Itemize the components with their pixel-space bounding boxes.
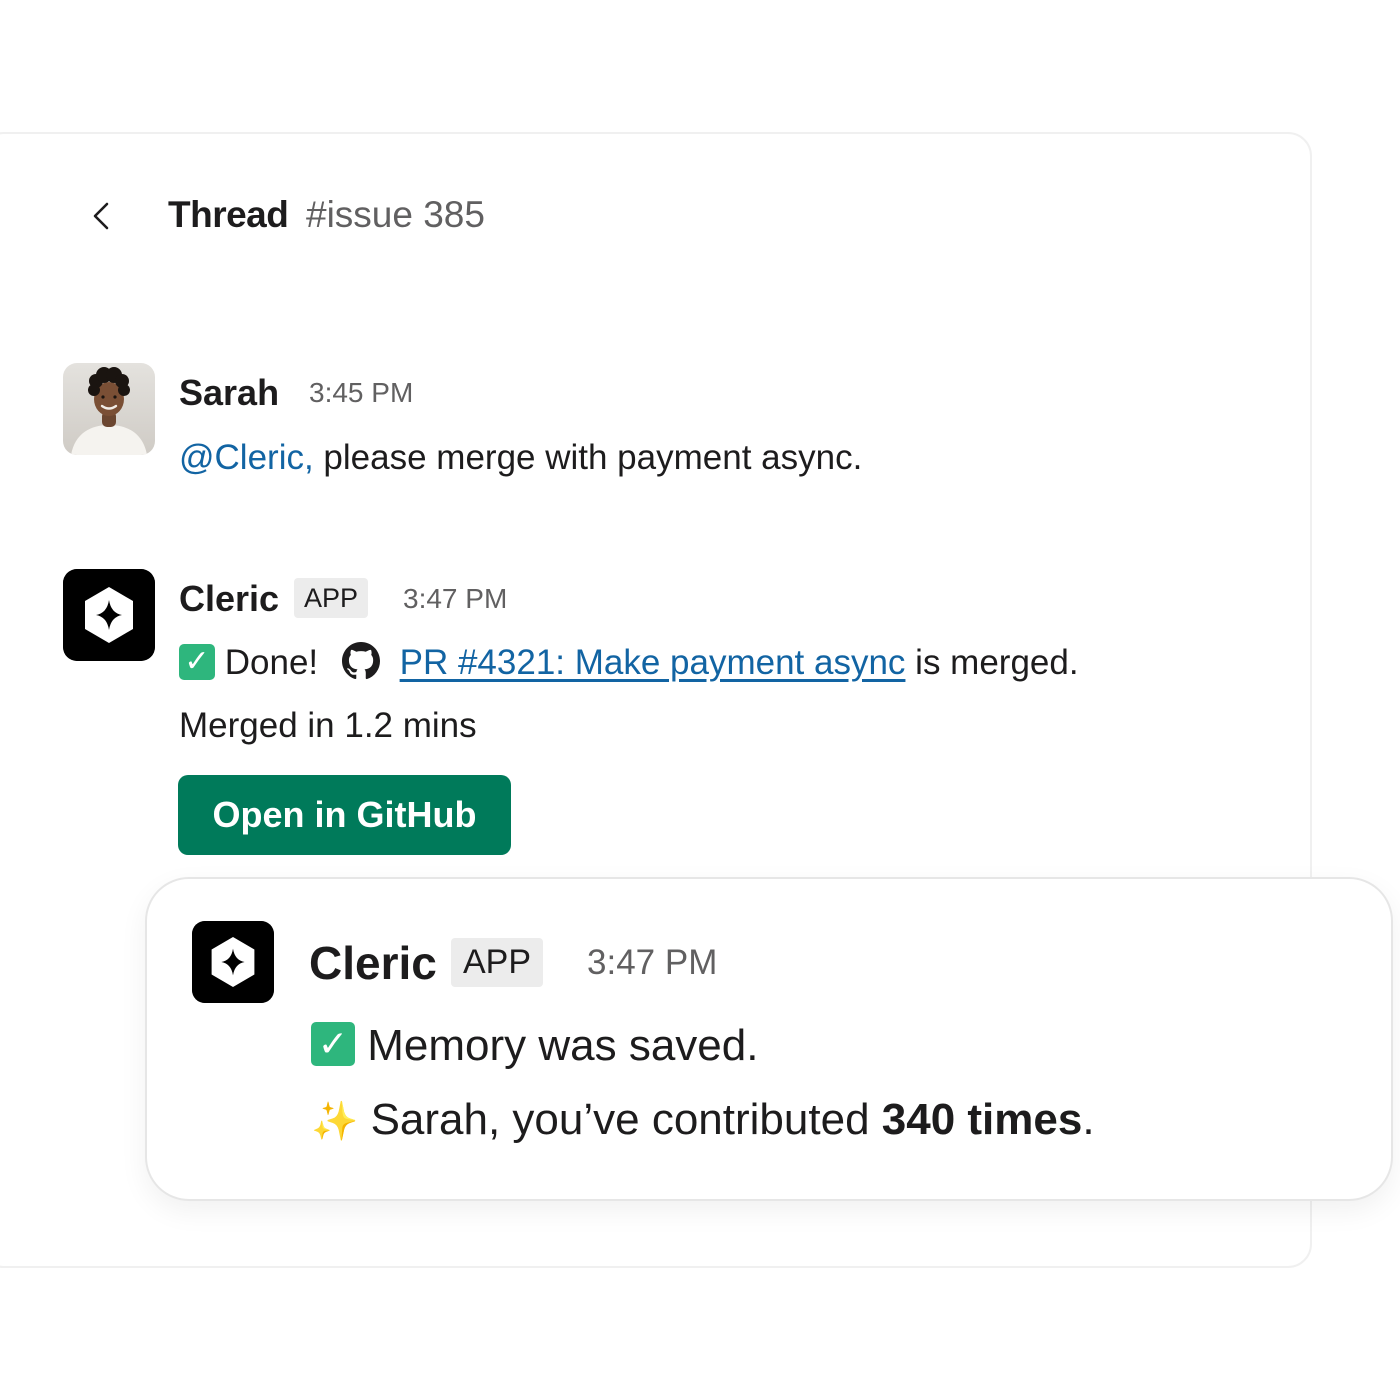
- pr-link[interactable]: PR #4321: Make payment async: [400, 643, 906, 682]
- message-body: please merge with payment async.: [313, 438, 863, 477]
- cleric-logo-icon: [63, 569, 155, 661]
- app-badge: APP: [294, 578, 368, 618]
- github-icon: [341, 641, 380, 679]
- cleric-avatar[interactable]: [63, 569, 155, 661]
- message-timestamp[interactable]: 3:47 PM: [403, 583, 507, 615]
- merge-status-line: ✓ Done! PR #4321: Make payment async is …: [179, 641, 1079, 683]
- avatar-sarah[interactable]: [63, 363, 155, 455]
- open-in-github-button[interactable]: Open in GitHub: [178, 775, 511, 855]
- merge-detail: Merged in 1.2 mins: [179, 706, 477, 745]
- contribution-line: ✨ Sarah, you’ve contributed 340 times.: [311, 1095, 1095, 1145]
- message-timestamp[interactable]: 3:47 PM: [587, 943, 717, 983]
- sender-name[interactable]: Cleric: [179, 578, 279, 620]
- cleric-avatar[interactable]: [192, 921, 274, 1003]
- contribution-prefix: Sarah, you’ve contributed: [370, 1095, 882, 1144]
- cleric-logo-icon: [192, 921, 274, 1003]
- channel-name[interactable]: #issue 385: [306, 194, 485, 236]
- chevron-left-icon: [93, 202, 109, 230]
- message-timestamp[interactable]: 3:45 PM: [309, 377, 413, 409]
- message-text: @Cleric, please merge with payment async…: [179, 438, 862, 478]
- contribution-count: 340 times: [881, 1095, 1083, 1144]
- check-icon: ✓: [179, 643, 215, 680]
- sparkles-icon: ✨: [311, 1101, 359, 1143]
- mention-link[interactable]: @Cleric,: [179, 438, 314, 477]
- merged-suffix: is merged.: [905, 643, 1079, 682]
- sender-name[interactable]: Cleric: [309, 936, 437, 990]
- check-icon: ✓: [311, 1022, 355, 1067]
- contribution-suffix: .: [1082, 1095, 1095, 1144]
- app-badge: APP: [451, 938, 543, 987]
- memory-saved-line: ✓ Memory was saved.: [311, 1021, 758, 1071]
- done-text: Done!: [224, 643, 319, 682]
- thread-title: Thread: [168, 194, 289, 235]
- back-button[interactable]: [88, 196, 116, 236]
- sender-name[interactable]: Sarah: [179, 372, 279, 414]
- memory-saved-text: Memory was saved.: [367, 1021, 759, 1070]
